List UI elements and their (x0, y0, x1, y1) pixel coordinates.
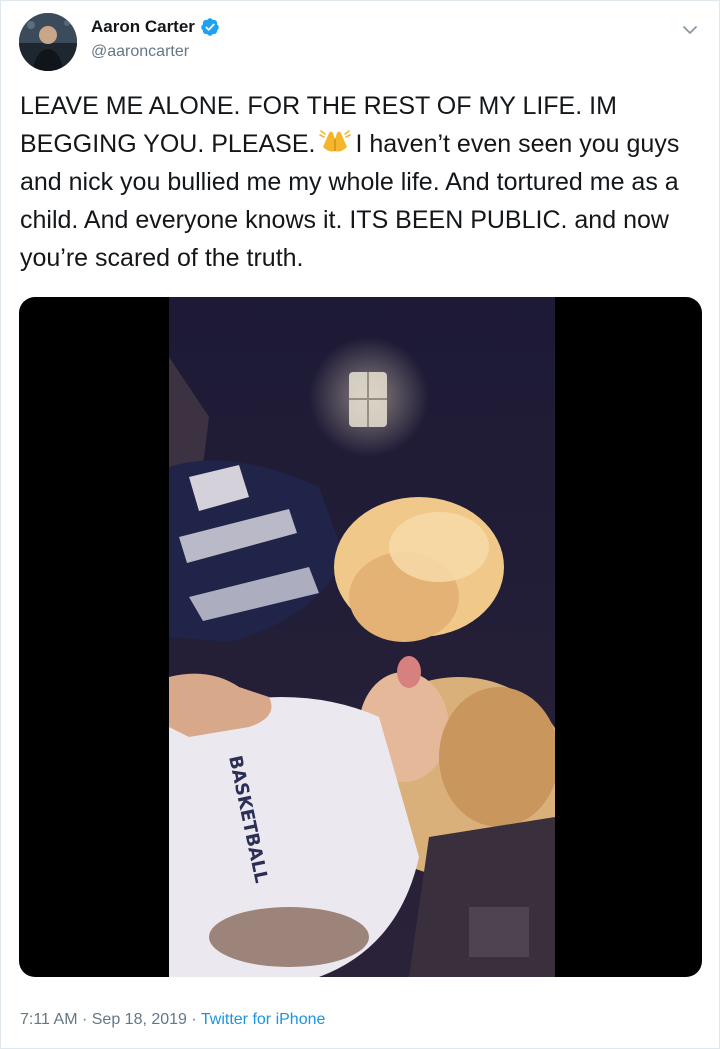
chevron-down-icon[interactable] (681, 21, 699, 39)
video-frame[interactable]: BASKETBALL (169, 297, 555, 977)
tweet-text: LEAVE ME ALONE. FOR THE REST OF MY LIFE.… (20, 87, 710, 277)
tweet-meta: 7:11 AM · Sep 18, 2019 · Twitter for iPh… (20, 1011, 325, 1029)
folded-hands-emoji-icon (319, 130, 352, 152)
tweet-date[interactable]: Sep 18, 2019 (92, 1011, 187, 1028)
meta-separator: · (191, 1011, 197, 1028)
video-media[interactable]: BASKETBALL (19, 297, 702, 977)
avatar-image (19, 13, 77, 71)
display-name[interactable]: Aaron Carter (91, 17, 195, 37)
tweet-source-link[interactable]: Twitter for iPhone (201, 1011, 326, 1028)
name-row: Aaron Carter (91, 17, 220, 37)
video-still-image: BASKETBALL (169, 297, 555, 977)
user-handle[interactable]: @aaroncarter (91, 43, 189, 61)
tweet-card: Aaron Carter @aaroncarter LEAVE ME ALONE… (0, 0, 720, 1049)
meta-separator: · (81, 1011, 88, 1028)
tweet-time[interactable]: 7:11 AM (20, 1011, 78, 1028)
verified-badge-icon (201, 18, 219, 36)
avatar[interactable] (19, 13, 77, 71)
